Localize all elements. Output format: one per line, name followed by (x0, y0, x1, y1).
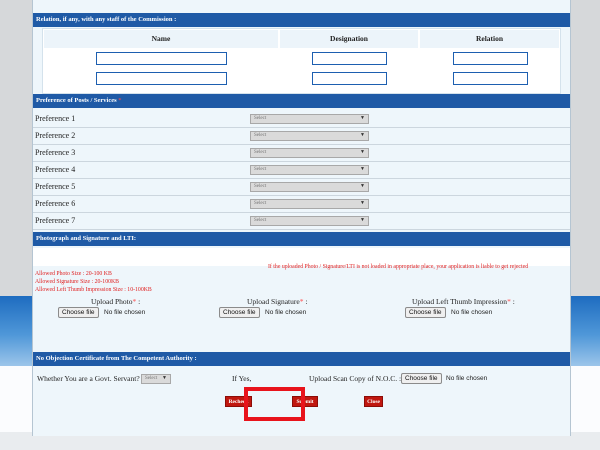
preference-label-4: Preference 4 (35, 165, 76, 174)
preference-select-2[interactable]: Select ▼ (250, 131, 369, 141)
noc-section-title: No Objection Certificate from The Compet… (36, 355, 197, 362)
photo-section-header: Photograph and Signature and LTI: (33, 232, 570, 246)
preference-label-2: Preference 2 (35, 131, 76, 140)
upload-thumb-label: Upload Left Thumb Impression* : (412, 297, 515, 306)
signature-size-note: Allowed Signature Size : 20-100KB (35, 279, 120, 285)
chevron-down-icon: ▼ (360, 150, 365, 155)
govt-servant-select[interactable]: Select ▼ (141, 374, 171, 384)
preference-label-3: Preference 3 (35, 148, 76, 157)
preference-row-4: Preference 4 Select ▼ (33, 161, 570, 179)
relation-table: Name Designation Relation (42, 28, 561, 94)
govt-servant-label: Whether You are a Govt. Servant? (37, 374, 140, 383)
noc-upload-status: No file chosen (446, 375, 488, 382)
preference-row-3: Preference 3 Select ▼ (33, 144, 570, 162)
upload-photo-button[interactable]: Choose file (58, 307, 99, 318)
chevron-down-icon: ▼ (162, 376, 167, 381)
upload-warning-text: If the uploaded Photo / Signature/LTI is… (268, 264, 529, 270)
preference-row-5: Preference 5 Select ▼ (33, 178, 570, 196)
required-mark: * (118, 97, 122, 104)
chevron-down-icon: ▼ (360, 116, 365, 121)
chevron-down-icon: ▼ (360, 167, 365, 172)
upload-signature-status: No file chosen (265, 309, 307, 316)
preference-select-1[interactable]: Select ▼ (250, 114, 369, 124)
relation-relation-input-2[interactable] (453, 72, 528, 85)
relation-name-input-2[interactable] (96, 72, 227, 85)
preference-select-7[interactable]: Select ▼ (250, 216, 369, 226)
preference-select-6[interactable]: Select ▼ (250, 199, 369, 209)
chevron-down-icon: ▼ (360, 218, 365, 223)
chevron-down-icon: ▼ (360, 133, 365, 138)
relation-section-title: Relation, if any, with any staff of the … (36, 16, 177, 23)
preference-row-6: Preference 6 Select ▼ (33, 195, 570, 213)
relation-relation-input-1[interactable] (453, 52, 528, 65)
photo-size-note: Allowed Photo Size : 20-100 KB (35, 271, 112, 277)
preference-label-5: Preference 5 (35, 182, 76, 191)
chevron-down-icon: ▼ (360, 184, 365, 189)
upload-signature-button[interactable]: Choose file (219, 307, 260, 318)
noc-upload-button[interactable]: Choose file (401, 373, 442, 384)
relation-name-input-1[interactable] (96, 52, 227, 65)
column-header-relation: Relation (420, 30, 559, 48)
preference-section-title: Preference of Posts / Services (36, 97, 117, 104)
noc-section-header: No Objection Certificate from The Compet… (33, 352, 570, 366)
relation-section-header: Relation, if any, with any staff of the … (33, 13, 570, 27)
thumb-size-note: Allowed Left Thumb Impression Size : 10-… (35, 287, 152, 293)
application-form: Relation, if any, with any staff of the … (32, 0, 571, 436)
upload-signature-label: Upload Signature* : (247, 297, 308, 306)
photo-section-title: Photograph and Signature and LTI: (36, 235, 137, 242)
preference-label-6: Preference 6 (35, 199, 76, 208)
preference-section-header: Preference of Posts / Services * (33, 94, 570, 108)
preference-label-1: Preference 1 (35, 114, 76, 123)
upload-photo-status: No file chosen (104, 309, 146, 316)
preference-label-7: Preference 7 (35, 216, 76, 225)
noc-upload-label: Upload Scan Copy of N.O.C. : (309, 374, 402, 383)
column-header-designation: Designation (280, 30, 418, 48)
upload-photo-label: Upload Photo* : (91, 297, 141, 306)
relation-designation-input-1[interactable] (312, 52, 387, 65)
upload-thumb-button[interactable]: Choose file (405, 307, 446, 318)
column-header-name: Name (44, 30, 278, 48)
relation-designation-input-2[interactable] (312, 72, 387, 85)
preference-select-4[interactable]: Select ▼ (250, 165, 369, 175)
upload-thumb-status: No file chosen (451, 309, 493, 316)
if-yes-label: If Yes, (232, 374, 252, 383)
preference-row-1: Preference 1 Select ▼ (33, 110, 570, 128)
submit-highlight-box (244, 387, 305, 421)
preference-row-2: Preference 2 Select ▼ (33, 127, 570, 145)
preference-row-7: Preference 7 Select ▼ (33, 212, 570, 230)
preference-select-3[interactable]: Select ▼ (250, 148, 369, 158)
close-button[interactable]: Close (364, 396, 383, 407)
preference-select-5[interactable]: Select ▼ (250, 182, 369, 192)
chevron-down-icon: ▼ (360, 201, 365, 206)
